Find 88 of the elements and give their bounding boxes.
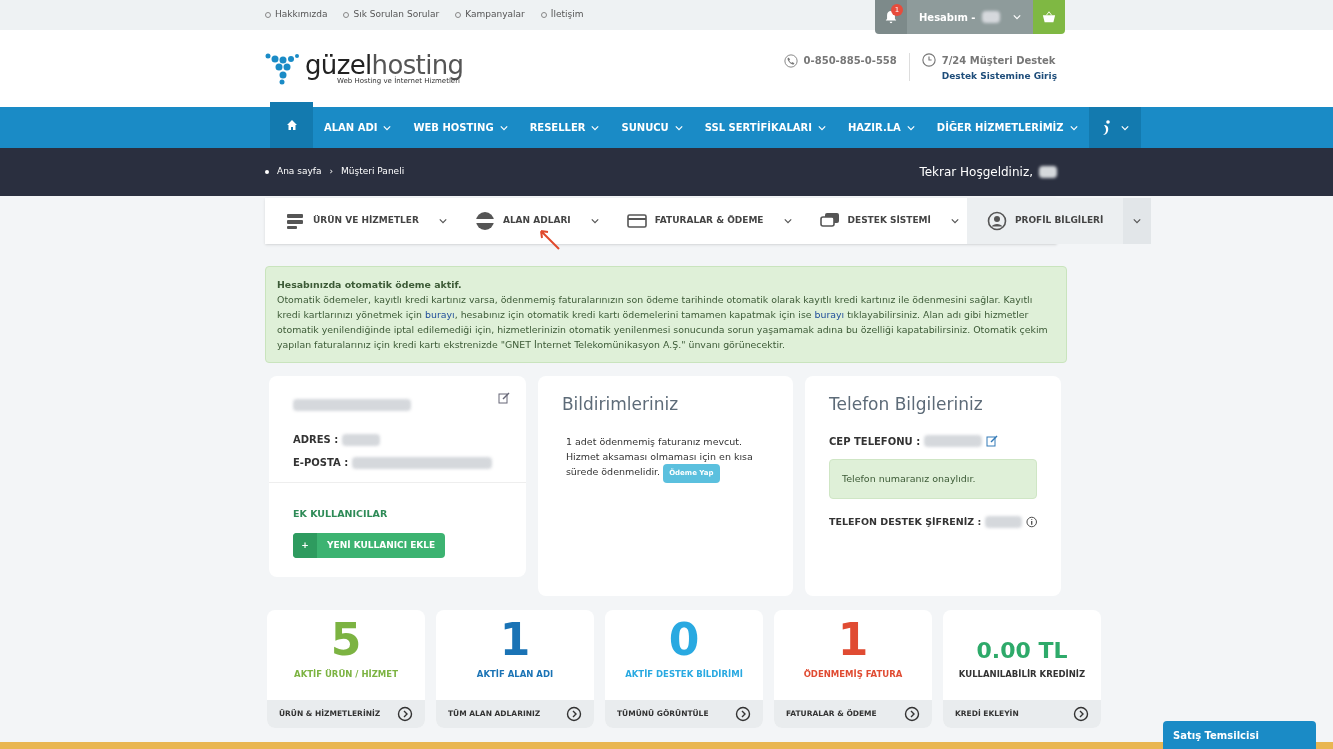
chevron-down-icon: [590, 217, 599, 225]
add-user-button[interactable]: + YENİ KULLANICI EKLE: [293, 533, 446, 559]
alert-link[interactable]: burayı: [425, 309, 455, 320]
section-title: EK KULLANICILAR: [293, 507, 389, 521]
user-icon: [986, 211, 1007, 231]
pointer-arrow: [537, 227, 561, 251]
chevron-down-icon: [950, 217, 959, 225]
panel-menu-item[interactable]: FATURALAR & ÖDEME: [606, 198, 800, 244]
panel-menu-item[interactable]: ALAN ADLARI: [454, 198, 607, 244]
card-title: Bildirimleriniz: [561, 393, 680, 416]
arrow-circle-icon: [1073, 706, 1089, 722]
breadcrumb-link[interactable]: Ana sayfa: [277, 165, 322, 179]
blurred-text: [981, 11, 1000, 23]
credit-card-icon: [626, 211, 647, 231]
arrow-circle-icon: [904, 706, 920, 722]
blurred-text: [1039, 166, 1057, 178]
arrow-circle-icon: [566, 706, 582, 722]
cart-button[interactable]: [1033, 0, 1065, 34]
alert-title: Hesabınızda otomatik ödeme aktif.: [277, 278, 463, 292]
home-icon: [285, 119, 298, 131]
chevron-down-icon: [674, 123, 683, 132]
stat-value: 5: [330, 618, 362, 663]
nav-tab[interactable]: SUNUCU: [610, 107, 694, 148]
panel-menu-item[interactable]: DESTEK SİSTEMİ: [799, 198, 967, 244]
stat-value: 0.00 TL: [976, 640, 1068, 663]
chevron-down-icon: [1120, 123, 1129, 132]
stat-label: AKTİF ÜRÜN / HİZMET: [294, 668, 398, 681]
breadcrumb-current: Müşteri Paneli: [341, 165, 405, 179]
chevron-down-icon: [383, 123, 392, 132]
nav-tab[interactable]: ALAN ADI: [313, 107, 403, 148]
server-icon: [285, 211, 305, 231]
breadcrumb-separator: ›: [329, 165, 334, 179]
panel-menu-item[interactable]: ÜRÜN VE HİZMETLER: [265, 198, 455, 244]
basket-icon: [1042, 10, 1056, 24]
nav-tab[interactable]: WEB HOSTING: [402, 107, 519, 148]
phone-icon: [783, 53, 798, 68]
info-icon[interactable]: [1025, 515, 1037, 528]
chevron-down-icon: [1013, 13, 1021, 21]
stat-label: AKTİF DESTEK BİLDİRİMİ: [625, 668, 743, 681]
chevron-down-icon: [1133, 217, 1142, 225]
stat-value: 1: [837, 618, 869, 663]
top-link[interactable]: İletişim: [540, 8, 584, 22]
chevron-down-icon: [591, 123, 600, 132]
stat-value: 0: [668, 618, 700, 663]
chevron-down-icon: [783, 217, 792, 225]
stat-label: AKTİF ALAN ADI: [476, 668, 554, 681]
chevron-down-icon: [499, 123, 508, 132]
edit-icon[interactable]: [497, 392, 510, 404]
logo-dots-icon: [265, 52, 301, 85]
arrow-circle-icon: [735, 706, 751, 722]
stat-label: ÖDENMEMİŞ FATURA: [803, 668, 903, 681]
chevron-down-icon: [817, 123, 826, 132]
pin-label: TELEFON DESTEK ŞİFRENİZ :: [829, 514, 982, 529]
card-title: Telefon Bilgileriniz: [829, 393, 984, 416]
chevron-down-icon: [438, 217, 447, 225]
nav-tab[interactable]: DİĞER HİZMETLERİMİZ: [925, 107, 1089, 148]
alert-text: Otomatik ödemeler, kayıtlı kredi kartınız varsa, ödenmemiş faturalarınızın son ödeme tarihinde otomatik olarak kayıtlı kredi kartınız ile ödenmesini sağlar. Kayıtlı kredi kartlarınızı yönetmek için burayı, hesabınız için otomatik kredi kartı ödemelerini tamamen kapatmak için ise burayı tıklayabilirsiniz. Alan adı gibi hizmetler otomatik yenilendiğinde iptal edilemediği için, hizmetlerinizin otomatik yenilenmesi sonucunda sorun yaşamamak adına bu özelliği kapatabilirsiniz. Otomatik çekim yapılan faturalarınız için kredi kartı ekstrenizde "GNET İnternet Telekomünikasyon A.Ş." ünvanı görünecektir.: [277, 293, 1049, 352]
edit-icon[interactable]: [986, 435, 999, 447]
home-tab[interactable]: [270, 102, 313, 148]
blurred-text: [985, 515, 1022, 528]
address-label: ADRES :: [293, 433, 339, 447]
stat-label: KULLANILABİLİR KREDİNİZ: [958, 668, 1086, 681]
phone-number: 0-850-885-0-558: [803, 54, 897, 69]
verified-notice: Telefon numaranız onaylıdır.: [829, 458, 1037, 499]
chevron-down-icon: [906, 123, 915, 132]
blurred-text: [924, 435, 983, 447]
top-link[interactable]: Kampanyalar: [455, 8, 525, 22]
mobile-label: CEP TELEFONU :: [829, 434, 921, 449]
top-link[interactable]: Hakkımızda: [265, 8, 328, 22]
nav-tab[interactable]: RESELLER: [518, 107, 611, 148]
support-link[interactable]: Destek Sistemine Giriş: [941, 70, 1057, 84]
nav-tab[interactable]: SSL SERTİFİKALARI: [693, 107, 837, 148]
panel-menu-item[interactable]: PROFİL BİLGİLERİ: [966, 198, 1152, 244]
email-label: E-POSTA :: [293, 456, 349, 470]
blurred-text: [342, 433, 381, 446]
arrow-circle-icon: [397, 706, 413, 722]
logo-wordmark: güzelhosting: [305, 52, 464, 78]
clock-icon: [921, 53, 936, 68]
alert-link[interactable]: burayı: [814, 309, 845, 320]
chevron-down-icon: [1069, 123, 1078, 132]
brand-menu[interactable]: [1088, 107, 1141, 148]
globe-icon: [474, 211, 495, 231]
welcome-text: Tekrar Hoşgeldiniz,: [919, 164, 1033, 181]
support-title: 7/24 Müşteri Destek: [941, 54, 1057, 69]
top-link[interactable]: Sık Sorulan Sorular: [343, 8, 440, 22]
stat-value: 1: [499, 618, 531, 663]
sales-rep-button[interactable]: Satış Temsilcisi: [1163, 721, 1316, 749]
nav-tab[interactable]: HAZIR.LA: [836, 107, 926, 148]
